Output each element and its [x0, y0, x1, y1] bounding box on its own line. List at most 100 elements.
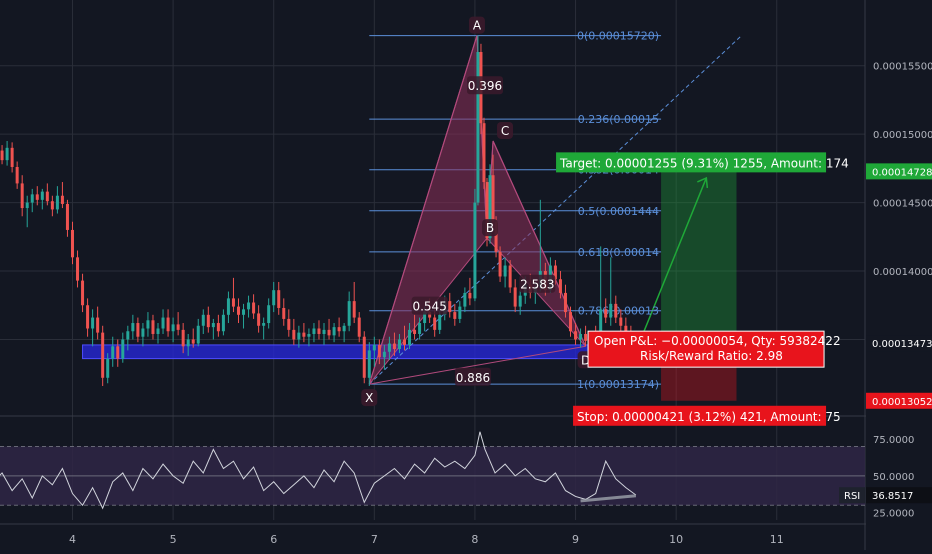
price-tick-label: 0.00015000: [873, 130, 932, 141]
candle-body: [141, 328, 145, 337]
candle-body: [96, 317, 100, 333]
fib-level-label: 0.618(0.00014: [578, 246, 659, 259]
candle-body: [55, 195, 59, 210]
stop-price-tag: 0.00013052: [872, 397, 932, 408]
candle-body: [508, 265, 512, 288]
candle-body: [327, 329, 331, 336]
candle-body: [347, 301, 351, 326]
candle-body: [136, 323, 140, 337]
candle-body: [20, 183, 24, 209]
target-price-tag: 0.00014728: [872, 167, 932, 178]
candle-body: [302, 332, 306, 337]
candle-body: [25, 202, 29, 209]
candle-body: [247, 302, 251, 310]
rsi-tick-label: 25.0000: [873, 509, 914, 520]
candle-body: [579, 333, 583, 340]
candle-body: [332, 327, 336, 336]
candle-body: [558, 279, 562, 293]
rsi-value-label: 36.8517: [872, 491, 913, 502]
candle-body: [252, 302, 256, 314]
candle-body: [231, 298, 235, 307]
entry-price-tag: 0.00013473: [872, 339, 932, 350]
candle-body: [397, 339, 401, 350]
candle-body: [211, 323, 215, 328]
candle-body: [307, 333, 311, 337]
pattern-point-label: B: [486, 221, 494, 235]
ratio-label: 2.583: [520, 278, 554, 292]
candle-body: [257, 313, 261, 326]
candle-body: [352, 301, 356, 318]
candle-body: [584, 333, 588, 341]
candle-body: [45, 191, 49, 202]
time-tick-label: 6: [270, 533, 277, 546]
fib-level-label: 1(0.00013174): [577, 378, 659, 391]
time-tick-label: 8: [471, 533, 478, 546]
fib-level-label: 0.786(0.00013: [578, 305, 659, 318]
candle-body: [297, 332, 301, 340]
candle-body: [76, 257, 80, 281]
candle-body: [151, 320, 155, 334]
candle-body: [196, 325, 200, 344]
candle-body: [413, 329, 417, 334]
price-tick-label: 0.00014500: [873, 199, 932, 210]
candle-body: [433, 317, 437, 330]
candle-body: [287, 318, 291, 330]
candle-body: [101, 332, 105, 378]
time-tick-label: 7: [371, 533, 378, 546]
candle-body: [30, 194, 34, 203]
candle-body: [65, 203, 69, 230]
candle-body: [191, 339, 195, 344]
ratio-label: 0.396: [468, 79, 502, 93]
target-text: Target: 0.00001255 (9.31%) 1255, Amount:…: [559, 156, 849, 170]
rsi-tick-label: 75.0000: [873, 435, 914, 446]
candle-body: [40, 191, 44, 200]
time-tick-label: 10: [669, 533, 683, 546]
candle-body: [262, 323, 266, 326]
candle-body: [186, 339, 190, 347]
candle-body: [201, 314, 205, 326]
time-tick-label: 9: [572, 533, 579, 546]
candle-body: [453, 312, 457, 319]
time-tick-label: 5: [170, 533, 177, 546]
candle-body: [161, 317, 165, 329]
trading-chart: 0(0.00015720)0.236(0.000150.382(0.000140…: [0, 0, 932, 550]
candle-body: [106, 358, 110, 378]
candle-body: [111, 346, 115, 359]
candle-body: [15, 166, 19, 184]
candle-body: [448, 301, 452, 313]
candle-body: [312, 328, 316, 334]
candle-body: [322, 329, 326, 334]
candle-body: [146, 320, 150, 329]
candle-body: [221, 314, 225, 332]
pattern-point-label: A: [473, 19, 482, 33]
candle-body: [408, 329, 412, 345]
candle-body: [498, 251, 502, 277]
price-tick-label: 0.00015500: [873, 62, 932, 73]
pattern-point-label: C: [501, 124, 509, 138]
candle-body: [277, 290, 281, 308]
chart-root: 0(0.00015720)0.236(0.000150.382(0.000140…: [0, 0, 932, 550]
pnl-text: Open P&L: −0.00000054, Qty: 59382422: [594, 334, 841, 348]
candle-body: [403, 339, 406, 345]
candle-body: [50, 201, 54, 210]
candle-body: [121, 339, 125, 359]
candle-body: [86, 305, 90, 329]
candle-body: [513, 287, 517, 307]
candle-body: [131, 323, 135, 332]
candle-body: [518, 295, 522, 307]
ratio-label: 0.545: [412, 300, 446, 314]
candle-body: [503, 265, 507, 277]
candle-body: [226, 298, 230, 315]
candle-body: [342, 325, 346, 332]
candle-body: [292, 329, 296, 340]
candle-body: [116, 346, 120, 359]
rsi-tick-label: 50.0000: [873, 472, 914, 483]
candle-body: [60, 195, 64, 204]
candle-body: [91, 317, 95, 329]
candle-body: [619, 317, 623, 326]
candle-body: [176, 324, 180, 330]
candle-body: [473, 202, 477, 299]
candle-body: [491, 175, 495, 222]
candle-body: [10, 147, 14, 167]
candle-body: [418, 323, 422, 334]
